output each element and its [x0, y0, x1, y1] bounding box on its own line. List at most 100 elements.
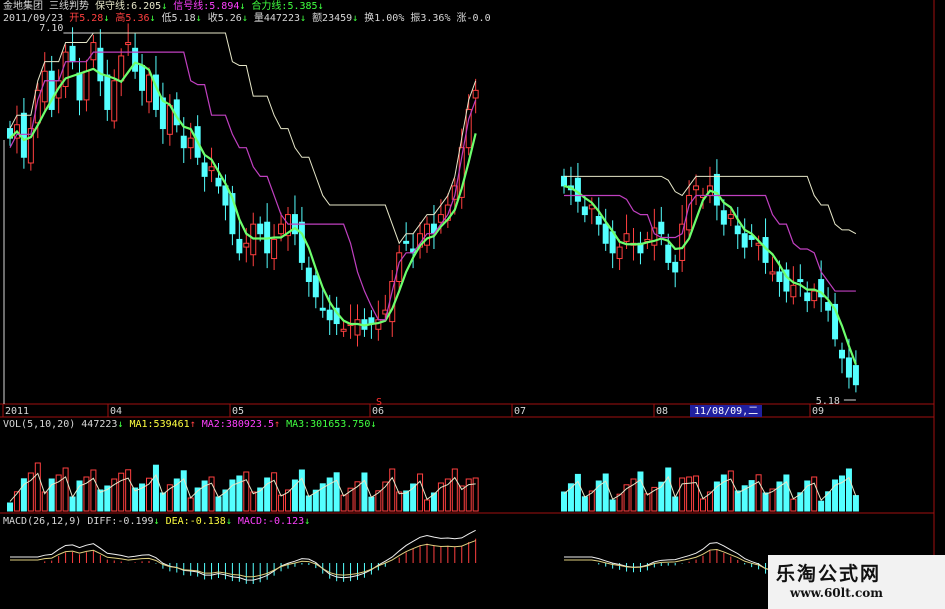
volume-bar[interactable] — [403, 490, 410, 512]
seg2-candle-body[interactable] — [727, 214, 734, 219]
volume-bar[interactable] — [609, 499, 616, 512]
volume-panel[interactable] — [7, 462, 859, 512]
seg2-candle-body[interactable] — [665, 244, 672, 263]
volume-bar[interactable] — [424, 499, 430, 512]
volume-bar[interactable] — [41, 491, 48, 512]
seg2-candle-body[interactable] — [839, 349, 845, 359]
volume-bar[interactable] — [236, 475, 243, 512]
seg2-candle-body[interactable] — [734, 225, 741, 235]
seg2-candle-body[interactable] — [581, 206, 588, 216]
seg1-candle-body[interactable] — [403, 240, 410, 244]
volume-bar[interactable] — [845, 468, 852, 512]
seg1-candle-body[interactable] — [118, 55, 125, 82]
seg2-candle-body[interactable] — [623, 233, 630, 242]
cursor-date-label[interactable]: 11/08/09,二 — [694, 406, 758, 417]
seg1-candle-body[interactable] — [104, 74, 111, 110]
seg1-candle-body[interactable] — [354, 319, 361, 336]
seg2-candle-body[interactable] — [769, 271, 776, 275]
volume-bar[interactable] — [7, 502, 13, 512]
volume-bar[interactable] — [811, 476, 818, 512]
volume-bar[interactable] — [679, 477, 686, 512]
seg2-candle-body[interactable] — [672, 261, 679, 273]
volume-bar[interactable] — [340, 494, 347, 512]
volume-bar[interactable] — [665, 467, 672, 512]
volume-bar[interactable] — [62, 467, 69, 512]
seg2-candle-body[interactable] — [720, 210, 727, 225]
volume-bar[interactable] — [333, 472, 340, 512]
volume-bar[interactable] — [755, 474, 762, 512]
seg2-candle-body[interactable] — [845, 357, 852, 378]
seg1-candle-body[interactable] — [146, 74, 152, 103]
seg1-candle-body[interactable] — [180, 135, 187, 149]
seg1-candle-body[interactable] — [278, 223, 285, 235]
volume-bar[interactable] — [271, 472, 278, 512]
seg1-candle-body[interactable] — [125, 42, 132, 46]
seg1-candle-body[interactable] — [271, 238, 278, 260]
volume-bar[interactable] — [574, 473, 581, 512]
volume-bar[interactable] — [13, 491, 20, 512]
volume-bar[interactable] — [396, 491, 403, 512]
seg1-candle-body[interactable] — [326, 309, 333, 321]
volume-bar[interactable] — [208, 476, 215, 512]
volume-bar[interactable] — [389, 468, 396, 512]
volume-bar[interactable] — [686, 476, 693, 512]
volume-bar[interactable] — [417, 473, 424, 512]
seg1-candle-body[interactable] — [208, 166, 215, 172]
seg2-candle-body[interactable] — [658, 221, 665, 235]
seg1-candle-body[interactable] — [97, 47, 104, 82]
seg1-candle-body[interactable] — [298, 221, 305, 263]
volume-bar[interactable] — [783, 474, 790, 512]
volume-bar[interactable] — [118, 472, 125, 512]
seg2-candle-body[interactable] — [790, 284, 797, 298]
seg2-candle-body[interactable] — [679, 223, 686, 261]
seg2-candle-body[interactable] — [852, 365, 859, 386]
macd-panel[interactable] — [10, 529, 857, 584]
seg1-candle-body[interactable] — [83, 70, 90, 101]
seg1-candle-body[interactable] — [187, 137, 194, 149]
volume-bar[interactable] — [361, 472, 368, 512]
seg1-candle-body[interactable] — [472, 89, 479, 99]
volume-bar[interactable] — [34, 462, 41, 512]
price-panel[interactable]: 7.105.18 — [7, 23, 859, 407]
volume-bar[interactable] — [762, 492, 769, 512]
seg2-candle-body[interactable] — [797, 279, 804, 283]
seg2-candle-body[interactable] — [776, 271, 783, 282]
volume-bar[interactable] — [180, 470, 187, 512]
volume-bar[interactable] — [187, 497, 194, 512]
seg2-candle-body[interactable] — [811, 290, 818, 302]
seg1-candle-body[interactable] — [319, 307, 326, 311]
volume-bar[interactable] — [90, 469, 97, 512]
seg1-candle-body[interactable] — [139, 64, 146, 91]
volume-bar[interactable] — [125, 469, 132, 512]
volume-bar[interactable] — [465, 478, 472, 512]
volume-bar[interactable] — [243, 471, 250, 512]
seg1-candle-body[interactable] — [305, 267, 312, 282]
volume-bar[interactable] — [790, 498, 797, 512]
volume-bar[interactable] — [472, 477, 479, 512]
seg2-candle-body[interactable] — [574, 177, 581, 202]
volume-bar[interactable] — [305, 495, 312, 512]
volume-bar[interactable] — [852, 495, 859, 512]
volume-bar[interactable] — [250, 491, 257, 512]
seg1-candle-body[interactable] — [375, 319, 382, 330]
volume-bar[interactable] — [215, 496, 222, 512]
volume-bar[interactable] — [278, 494, 285, 512]
seg2-candle-body[interactable] — [804, 292, 811, 302]
seg1-candle-body[interactable] — [69, 45, 76, 63]
volume-bar[interactable] — [444, 478, 451, 512]
volume-bar[interactable] — [700, 498, 706, 512]
volume-bar[interactable] — [672, 496, 679, 512]
seg1-candle-body[interactable] — [90, 42, 97, 61]
seg2-candle-body[interactable] — [602, 223, 609, 244]
volume-bar[interactable] — [146, 477, 152, 512]
seg1-candle-body[interactable] — [215, 177, 222, 187]
volume-bar[interactable] — [97, 489, 104, 512]
volume-bar[interactable] — [637, 471, 644, 512]
seg2-candle-body[interactable] — [616, 246, 623, 260]
volume-bar[interactable] — [69, 496, 76, 512]
volume-bar[interactable] — [451, 468, 458, 512]
volume-bar[interactable] — [693, 475, 700, 512]
seg2-candle-body[interactable] — [561, 175, 567, 187]
volume-bar[interactable] — [727, 470, 734, 512]
volume-bar[interactable] — [561, 491, 567, 512]
